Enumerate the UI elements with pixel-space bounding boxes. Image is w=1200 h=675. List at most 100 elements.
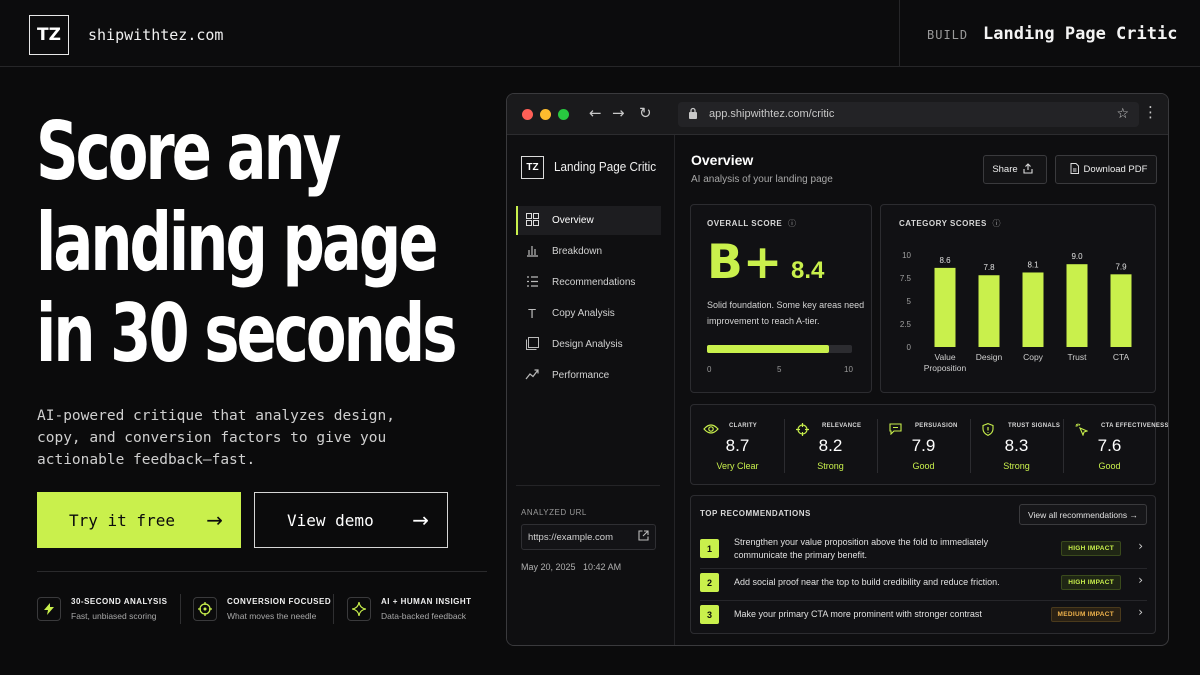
progress-tick: 5 <box>777 365 782 374</box>
metric-label: CTA EFFECTIVENESS <box>1101 423 1169 429</box>
analyzed-url-field[interactable]: https://example.com <box>521 524 656 550</box>
reload-icon[interactable]: ↻ <box>639 104 652 122</box>
grade-letter: B+ <box>707 235 783 290</box>
metric-value: 8.2 <box>818 436 843 455</box>
category-scores-card: CATEGORY SCORES ⓘ 0 2.5 5 7.5 10 8.6 Value Prop… <box>880 204 1156 393</box>
progress-tick: 0 <box>707 365 712 374</box>
recommendation-item[interactable]: 1 Strengthen your value proposition abov… <box>700 536 1147 562</box>
sidebar-item-label: Overview <box>552 215 594 226</box>
kebab-menu-icon[interactable]: ⋮ <box>1143 103 1158 121</box>
download-pdf-button[interactable]: Download PDF <box>1055 155 1157 184</box>
bar-chart-icon <box>525 244 539 260</box>
hero-title: Score any landing page in 30 seconds <box>36 106 480 379</box>
recommendation-divider <box>700 600 1147 601</box>
download-label: Download PDF <box>1083 164 1148 175</box>
external-link-icon[interactable] <box>638 530 649 544</box>
analyzed-url-label: ANALYZED URL <box>521 508 587 517</box>
view-demo-button[interactable]: View demo → <box>254 492 448 548</box>
info-icon[interactable]: ⓘ <box>785 219 796 228</box>
sidebar-item-breakdown[interactable]: Breakdown <box>516 237 661 266</box>
section-label: BUILD <box>927 28 969 42</box>
sidebar-item-performance[interactable]: Performance <box>516 361 661 390</box>
impact-badge: MEDIUM IMPACT <box>1050 607 1121 622</box>
maximize-window-dot[interactable] <box>558 109 569 120</box>
share-button[interactable]: Share <box>983 155 1047 184</box>
app-logo[interactable]: TZ <box>521 156 544 179</box>
try-free-button[interactable]: Try it free → <box>37 492 241 548</box>
chevron-right-icon[interactable]: › <box>1138 573 1143 587</box>
bar-value-label: 8.1 <box>1027 260 1039 269</box>
metric-label: RELEVANCE <box>822 423 862 429</box>
chevron-right-icon[interactable]: › <box>1138 539 1143 553</box>
feature-divider <box>333 594 334 624</box>
feature-title: 30-SECOND ANALYSIS <box>71 597 168 606</box>
chevron-right-icon[interactable]: › <box>1138 605 1143 619</box>
metric-label: PERSUASION <box>915 423 958 429</box>
text-icon: T <box>528 306 536 321</box>
bookmark-star-icon[interactable]: ☆ <box>1116 105 1129 122</box>
feature-list: 30-SECOND ANALYSIS Fast, unbiased scorin… <box>37 592 497 626</box>
forward-icon[interactable]: → <box>612 104 625 122</box>
page-title: Overview <box>691 152 754 168</box>
metric-persuasion: PERSUASION 7.9 Good <box>877 405 970 485</box>
recommendation-item[interactable]: 2 Add social proof near the top to build… <box>700 572 1147 594</box>
metric-rating: Good <box>912 461 935 471</box>
x-tick-label: Trust <box>1067 352 1087 362</box>
metric-relevance: RELEVANCE 8.2 Strong <box>784 405 877 485</box>
hero-divider <box>37 571 487 572</box>
back-icon[interactable]: ← <box>589 104 602 122</box>
bar <box>1022 272 1044 347</box>
sidebar-item-label: Design Analysis <box>552 339 623 350</box>
recommendation-item[interactable]: 3 Make your primary CTA more prominent w… <box>700 604 1147 626</box>
overall-score-description: Solid foundation. Some key areas need im… <box>707 300 865 326</box>
score-progress-bar <box>707 345 852 353</box>
page-subtitle: AI analysis of your landing page <box>691 174 833 185</box>
browser-window: ← → ↻ app.shipwithtez.com/critic ☆ ⋮ TZ … <box>506 93 1169 646</box>
close-window-dot[interactable] <box>522 109 533 120</box>
feature-subtitle: What moves the needle <box>227 611 317 621</box>
feature-divider <box>180 594 181 624</box>
x-tick-label: CTA <box>1113 352 1130 362</box>
layout-icon <box>525 336 539 353</box>
feature-item: 30-SECOND ANALYSIS Fast, unbiased scorin… <box>37 592 167 626</box>
bar <box>1110 274 1132 347</box>
sidebar-item-label: Breakdown <box>552 246 603 257</box>
score-progress-fill <box>707 345 829 353</box>
sidebar-item-recommendations[interactable]: Recommendations <box>516 268 661 297</box>
metrics-card: CLARITY 8.7 Very Clear RELEVANCE 8.2 Str… <box>690 404 1168 485</box>
card-title: CATEGORY SCORES ⓘ <box>899 218 1001 229</box>
minimize-window-dot[interactable] <box>540 109 551 120</box>
metric-value: 8.3 <box>1004 436 1029 455</box>
brand-name[interactable]: shipwithtez.com <box>88 26 223 44</box>
x-tick-label: Design <box>976 352 1003 362</box>
y-tick-label: 7.5 <box>900 274 912 283</box>
sidebar-item-copy-analysis[interactable]: T Copy Analysis <box>516 299 661 328</box>
metric-trust-signals: TRUST SIGNALS 8.3 Strong <box>970 405 1063 485</box>
list-icon <box>525 275 539 291</box>
feature-title: CONVERSION FOCUSED <box>227 597 332 606</box>
logo[interactable]: TZ <box>29 15 69 55</box>
y-tick-label: 2.5 <box>900 320 912 329</box>
overall-score-value: 8.4 <box>791 257 825 284</box>
info-icon[interactable]: ⓘ <box>990 219 1001 228</box>
bar-value-label: 8.6 <box>939 256 951 265</box>
metric-clarity: CLARITY 8.7 Very Clear <box>691 405 784 485</box>
address-bar[interactable]: app.shipwithtez.com/critic ☆ <box>678 102 1139 127</box>
sidebar-item-overview[interactable]: Overview <box>516 206 661 235</box>
bar <box>978 275 1000 347</box>
metric-value: 7.6 <box>1097 436 1122 455</box>
recommendation-number: 3 <box>700 605 719 624</box>
feature-subtitle: Fast, unbiased scoring <box>71 611 157 621</box>
x-tick-label: Copy <box>1023 352 1044 362</box>
y-tick-label: 5 <box>907 297 912 306</box>
bar <box>1066 264 1088 347</box>
sidebar-item-design-analysis[interactable]: Design Analysis <box>516 330 661 359</box>
feature-title: AI + HUMAN INSIGHT <box>381 597 472 606</box>
metric-cta-effectiveness: CTA EFFECTIVENESS 7.6 Good <box>1063 405 1168 485</box>
sidebar-item-label: Recommendations <box>552 277 636 288</box>
try-free-label: Try it free <box>69 510 175 530</box>
view-all-recommendations-button[interactable]: View all recommendations → <box>1019 504 1147 525</box>
metric-rating: Strong <box>1003 461 1030 471</box>
trend-icon <box>525 368 539 384</box>
recommendation-text: Make your primary CTA more prominent wit… <box>734 609 982 619</box>
